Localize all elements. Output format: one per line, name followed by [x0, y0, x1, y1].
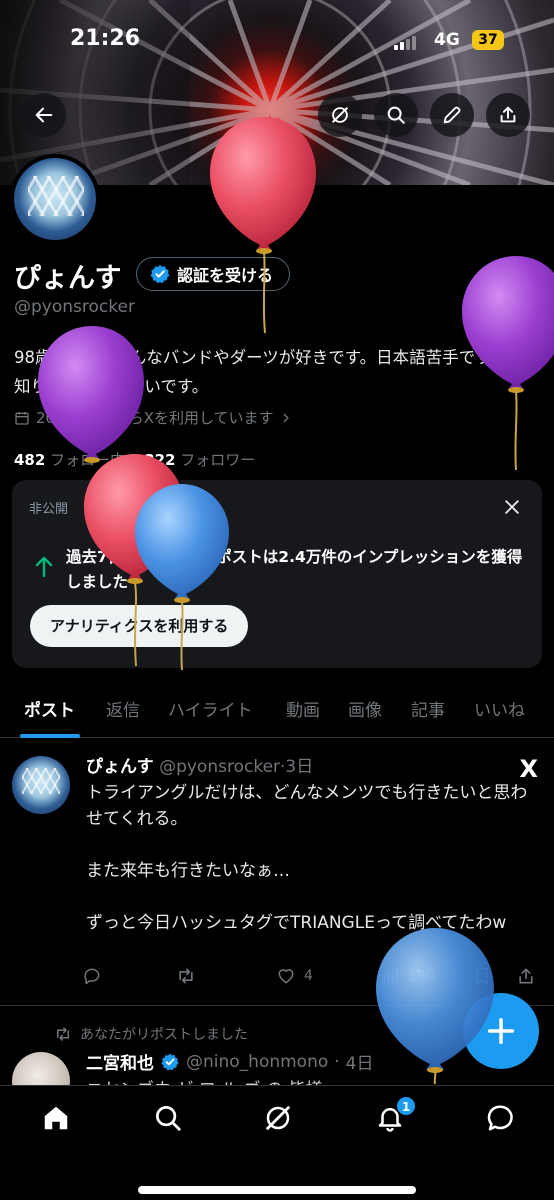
search-icon	[387, 106, 405, 124]
balloon-blue-bottom	[372, 926, 498, 1090]
post-avatar[interactable]	[12, 756, 70, 814]
back-button[interactable]	[22, 93, 66, 137]
like-button[interactable]: 4	[276, 966, 313, 986]
post-author-handle: @pyonsrocker	[159, 757, 281, 777]
grok-icon	[331, 106, 349, 124]
share-icon	[519, 968, 533, 984]
nav-search[interactable]	[150, 1100, 186, 1136]
verified-badge-icon	[150, 264, 170, 284]
repost-icon	[57, 1027, 69, 1041]
repost-header: 二宮和也 @nino_honmono · 4日	[86, 1049, 374, 1075]
chevron-right-icon	[283, 413, 289, 422]
signal-icon	[394, 36, 416, 50]
search-icon	[156, 1106, 181, 1131]
share-icon	[500, 106, 516, 123]
status-time: 21:26	[70, 26, 141, 51]
post-header: ぴょんす @pyonsrocker·3日	[86, 757, 314, 777]
profile-name: ぴょんす	[14, 263, 122, 294]
tab-images[interactable]: 画像	[348, 696, 382, 721]
reply-icon	[84, 968, 100, 985]
post-time: 3日	[285, 757, 314, 777]
nav-grok[interactable]	[260, 1100, 296, 1136]
profile-handle: @pyonsrocker	[14, 297, 135, 317]
notifications-badge: 1	[396, 1096, 416, 1116]
like-count: 4	[304, 968, 313, 984]
profile-avatar[interactable]	[10, 154, 100, 244]
calendar-icon	[15, 411, 29, 425]
repost-author-name: 二宮和也	[86, 1054, 154, 1074]
arrow-up-icon	[35, 556, 53, 578]
tab-videos[interactable]: 動画	[286, 696, 320, 721]
verified-badge-icon	[161, 1053, 179, 1070]
edit-button[interactable]	[430, 93, 474, 137]
repost-icon	[179, 968, 193, 984]
nav-messages[interactable]	[482, 1100, 518, 1136]
balloon-purple-right	[458, 254, 554, 478]
chat-icon	[487, 1105, 513, 1131]
close-icon[interactable]	[502, 497, 522, 517]
home-icon	[44, 1106, 68, 1130]
pencil-icon	[443, 106, 461, 124]
tab-posts[interactable]: ポスト	[24, 696, 75, 721]
balloon-red-large	[206, 115, 322, 339]
nav-home[interactable]	[38, 1100, 74, 1136]
active-tab-indicator	[20, 734, 80, 738]
grok-icon	[265, 1105, 291, 1131]
followers-label: フォロワー	[180, 451, 256, 469]
share-button[interactable]	[486, 93, 530, 137]
private-label: 非公開	[29, 502, 69, 517]
bottom-navigation: 1	[0, 1085, 554, 1200]
repost-author-handle: @nino_honmono	[186, 1051, 329, 1072]
arrow-left-icon	[35, 107, 53, 123]
tab-replies[interactable]: 返信	[106, 696, 140, 721]
repost-button[interactable]	[176, 966, 196, 986]
repost-indicator: あなたがリポストしました	[54, 1024, 248, 1044]
share-post-button[interactable]	[516, 966, 536, 986]
battery-icon: 37	[472, 30, 504, 50]
repost-label-text: あなたがリポストしました	[80, 1027, 248, 1043]
heart-icon	[278, 969, 294, 984]
network-type: 4G	[434, 30, 460, 50]
x-logo-icon: X	[519, 755, 538, 783]
home-indicator	[138, 1186, 416, 1194]
post-author-name: ぴょんす	[86, 757, 154, 777]
status-bar: 21:26 4G 37	[0, 22, 554, 62]
search-button[interactable]	[374, 93, 418, 137]
tab-likes[interactable]: いいね	[474, 696, 525, 721]
tab-highlights[interactable]: ハイライト	[168, 696, 253, 721]
repost-time: 4日	[345, 1054, 374, 1074]
grok-button[interactable]	[318, 93, 362, 137]
reply-button[interactable]	[82, 966, 102, 986]
balloon-blue-middle	[132, 482, 232, 676]
post-text: トライアングルだけは、どんなメンツでも行きたいと思わせてくれる。 また来年も行き…	[86, 783, 528, 933]
profile-tabs: ポスト 返信 ハイライト 動画 画像 記事 いいね	[0, 680, 554, 738]
tab-articles[interactable]: 記事	[411, 696, 445, 721]
